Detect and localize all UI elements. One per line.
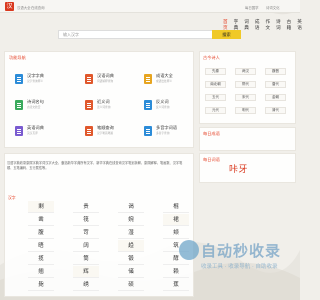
english-book-icon	[15, 126, 23, 136]
char-cell[interactable]: 湿	[118, 227, 144, 239]
search-button[interactable]: 搜索	[212, 30, 241, 39]
nav-item-cidian[interactable]: 词典	[244, 19, 249, 32]
dynasty-title: 古今诗人	[203, 55, 220, 60]
speaker-icon	[144, 126, 152, 136]
watermark-subtitle: 收录工具 · 收录导航 · 自助收录	[201, 264, 278, 270]
dynasty-item[interactable]: 南北朝	[205, 81, 226, 88]
tool-cidian[interactable]: 汉语词典 词语解释查询	[85, 73, 130, 87]
random-word[interactable]: 咔牙	[229, 162, 248, 175]
char-cell[interactable]: 筏	[73, 214, 99, 226]
dynasty-item[interactable]: 魏晋	[265, 68, 286, 75]
char-cell[interactable]: 晤	[28, 240, 54, 252]
dynasty-item[interactable]: 先秦	[205, 68, 226, 75]
tool-jinyici[interactable]: 近义词 近义词查询	[85, 99, 130, 113]
site-logo[interactable]: 汉	[5, 2, 14, 11]
char-cell[interactable]: 裙	[163, 214, 189, 226]
tool-fanyici[interactable]: 反义词 反义词查询	[144, 99, 189, 113]
random-word-title: 每日词语	[203, 157, 220, 162]
dynasty-item[interactable]: 宋代	[235, 94, 256, 101]
tools-title: 功能导航	[9, 55, 26, 60]
char-cell[interactable]: 腹	[28, 227, 54, 239]
random2-title: 每日成语	[203, 131, 220, 136]
document-icon	[144, 100, 152, 110]
dynasty-item[interactable]: 元代	[205, 107, 226, 114]
dynasty-item[interactable]: 五代	[205, 94, 226, 101]
nav-item-shici[interactable]: 诗词	[276, 19, 281, 32]
dynasty-item[interactable]: 两汉	[235, 68, 256, 75]
topbar-link-1[interactable]: 汉语大全	[17, 5, 31, 10]
dynasty-item[interactable]: 唐代	[265, 81, 286, 88]
tool-english[interactable]: 英语词典 英汉互译	[15, 125, 60, 139]
dynasty-item[interactable]: 金朝	[265, 94, 286, 101]
char-cell[interactable]: 毙	[28, 279, 54, 291]
dynasty-item[interactable]: 明代	[235, 107, 256, 114]
char-cell[interactable]: 凿	[28, 214, 54, 226]
pen-icon	[85, 126, 93, 136]
watermark: 自动秒收录 收录工具 · 收录导航 · 自助收录	[179, 238, 297, 278]
char-cell[interactable]: 棍	[163, 201, 189, 213]
tool-shici[interactable]: 诗词名句 古诗文欣赏	[15, 99, 60, 113]
tool-zidian[interactable]: 汉字字典 汉字查询释义	[15, 73, 60, 87]
grid-label: 汉字	[8, 195, 16, 200]
char-cell[interactable]: 绣	[73, 279, 99, 291]
char-cell[interactable]: 苛	[73, 227, 99, 239]
char-cell[interactable]: 剩	[28, 201, 54, 213]
nav-item-english[interactable]: 英语	[297, 19, 302, 32]
dictionary-icon	[15, 74, 23, 84]
document-icon	[85, 100, 93, 110]
char-cell[interactable]: 贵	[73, 201, 99, 213]
char-cell[interactable]: 锻	[118, 253, 144, 265]
topbar-right-link-2[interactable]: 诗词文化	[266, 5, 280, 10]
poem-icon	[15, 100, 23, 110]
tool-duoyinzi[interactable]: 多音字词语 多音字查询	[144, 125, 189, 139]
char-cell[interactable]: 婉	[118, 214, 144, 226]
book-icon	[144, 74, 152, 84]
char-cell[interactable]: 硕	[118, 279, 144, 291]
char-cell[interactable]: 蕉	[163, 279, 189, 291]
topbar-link-2[interactable]: 在线查询	[31, 5, 45, 10]
intro-text: 汉语字典收录康熙字典字词汉字大全，囊括新华字典所有汉字，新华字典在线查询汉字笔划…	[7, 161, 183, 170]
dynasty-item[interactable]: 隋代	[235, 81, 256, 88]
char-cell[interactable]: 储	[118, 266, 144, 278]
tool-chengyu[interactable]: 成语大全 成语出处释义	[144, 73, 189, 87]
topbar-right-link-1[interactable]: 每日国学	[245, 5, 259, 10]
nav-item-guji[interactable]: 古籍	[287, 19, 292, 32]
char-cell[interactable]: 揽	[28, 253, 54, 265]
nav-item-chengyu[interactable]: 成语	[255, 19, 260, 32]
nav-item-zuowen[interactable]: 作文	[265, 19, 270, 32]
char-cell[interactable]: 翘	[28, 266, 54, 278]
char-cell[interactable]: 谒	[118, 201, 144, 213]
tool-bishun[interactable]: 笔顺查询 汉字笔画笔顺	[85, 125, 130, 139]
watermark-logo-icon	[179, 240, 199, 260]
char-cell[interactable]: 趋	[118, 240, 144, 252]
char-cell[interactable]: 辉	[73, 266, 99, 278]
top-bar: 汉 汉语大全 在线查询 每日国学 诗词文化	[0, 0, 300, 13]
char-cell[interactable]: 筒	[73, 253, 99, 265]
watermark-title: 自动秒收录	[201, 242, 282, 260]
dictionary-icon	[85, 74, 93, 84]
char-cell[interactable]: 阔	[73, 240, 99, 252]
dynasty-item[interactable]: 清代	[265, 107, 286, 114]
